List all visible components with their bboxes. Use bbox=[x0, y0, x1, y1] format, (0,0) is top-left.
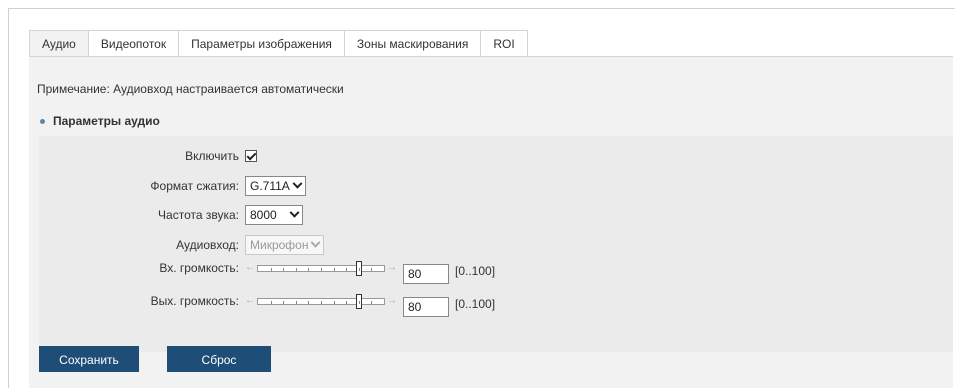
input-volume-control: ← → 80 [0..100] bbox=[245, 258, 495, 284]
output-volume-range: [0..100] bbox=[455, 297, 496, 311]
enable-label: Включить bbox=[185, 149, 239, 163]
output-volume-field[interactable]: 80 bbox=[403, 297, 449, 317]
arrow-left-icon[interactable]: ← bbox=[245, 294, 255, 308]
sample-rate-label: Частота звука: bbox=[158, 208, 239, 222]
tab-video-stream[interactable]: Видеопоток bbox=[88, 30, 180, 57]
enable-control bbox=[245, 146, 257, 166]
tab-audio[interactable]: Аудио bbox=[29, 30, 89, 57]
bullet-icon bbox=[40, 118, 45, 124]
input-volume-range: [0..100] bbox=[455, 264, 496, 278]
slider-tick bbox=[333, 267, 335, 271]
slider-tick bbox=[346, 300, 348, 304]
input-volume-label: Вх. громкость: bbox=[159, 261, 239, 275]
slider-tick bbox=[346, 267, 348, 271]
sample-rate-row: Частота звука: 8000 bbox=[39, 205, 953, 225]
slider-tick bbox=[358, 300, 360, 304]
sample-rate-control: 8000 bbox=[245, 205, 303, 225]
chevron-down-icon bbox=[292, 178, 303, 189]
enable-row: Включить bbox=[39, 146, 953, 166]
arrow-right-icon[interactable]: → bbox=[387, 294, 397, 308]
slider-tick bbox=[308, 300, 310, 304]
input-volume-row: Вх. громкость: ← → 80 [0..100] bbox=[39, 258, 953, 284]
arrow-right-icon[interactable]: → bbox=[387, 261, 397, 275]
slider-tick bbox=[358, 267, 360, 271]
note-text: Примечание: Аудиовход настраивается авто… bbox=[37, 82, 344, 96]
sample-rate-select[interactable]: 8000 bbox=[245, 205, 303, 225]
reset-button[interactable]: Сброс bbox=[167, 346, 271, 372]
output-volume-label: Вых. громкость: bbox=[150, 294, 239, 308]
slider-tick bbox=[308, 267, 310, 271]
output-volume-row: Вых. громкость: ← → 80 [0..100] bbox=[39, 291, 953, 317]
output-volume-track[interactable] bbox=[257, 293, 385, 309]
audio-panel: Примечание: Аудиовход настраивается авто… bbox=[29, 56, 953, 388]
slider-tick bbox=[295, 300, 297, 304]
input-volume-slider: ← → bbox=[245, 258, 397, 278]
compression-value: G.711A bbox=[250, 179, 290, 193]
audio-input-row: Аудиовход: Микрофон bbox=[39, 235, 953, 255]
slider-tick bbox=[321, 300, 322, 304]
output-volume-slider: ← → bbox=[245, 291, 397, 311]
enable-checkbox[interactable] bbox=[245, 150, 257, 162]
slider-tick bbox=[283, 267, 285, 271]
audio-input-label: Аудиовход: bbox=[176, 238, 239, 252]
save-button[interactable]: Сохранить bbox=[39, 346, 139, 372]
audio-input-select[interactable]: Микрофон bbox=[245, 235, 325, 255]
slider-tick bbox=[371, 267, 373, 271]
tab-roi[interactable]: ROI bbox=[481, 30, 528, 57]
audio-input-value: Микрофон bbox=[250, 238, 309, 252]
compression-row: Формат сжатия: G.711A bbox=[39, 176, 953, 196]
section-title: Параметры аудио bbox=[37, 114, 160, 128]
slider-tick bbox=[283, 300, 285, 304]
slider-tick bbox=[270, 267, 272, 271]
tab-bar: Аудио Видеопоток Параметры изображения З… bbox=[29, 30, 528, 57]
chevron-down-icon bbox=[311, 237, 321, 248]
slider-tick bbox=[371, 300, 373, 304]
slider-tick bbox=[270, 300, 272, 304]
output-volume-control: ← → 80 [0..100] bbox=[245, 291, 495, 317]
audio-input-control: Микрофон bbox=[245, 235, 325, 255]
compression-control: G.711A bbox=[245, 176, 306, 196]
chevron-down-icon bbox=[289, 207, 300, 218]
section-title-text: Параметры аудио bbox=[53, 114, 160, 128]
sample-rate-value: 8000 bbox=[250, 208, 277, 222]
compression-label: Формат сжатия: bbox=[150, 179, 239, 193]
arrow-left-icon[interactable]: ← bbox=[245, 261, 255, 275]
slider-tick bbox=[321, 267, 322, 271]
slider-tick bbox=[333, 300, 335, 304]
audio-settings-form: Включить Формат сжатия: G.711A Частота з… bbox=[39, 136, 953, 352]
input-volume-track[interactable] bbox=[257, 260, 385, 276]
tab-privacy-masks[interactable]: Зоны маскирования bbox=[344, 30, 482, 57]
input-volume-field[interactable]: 80 bbox=[403, 264, 449, 284]
tab-image-settings[interactable]: Параметры изображения bbox=[179, 30, 345, 57]
slider-tick bbox=[295, 267, 297, 271]
compression-select[interactable]: G.711A bbox=[245, 176, 306, 196]
